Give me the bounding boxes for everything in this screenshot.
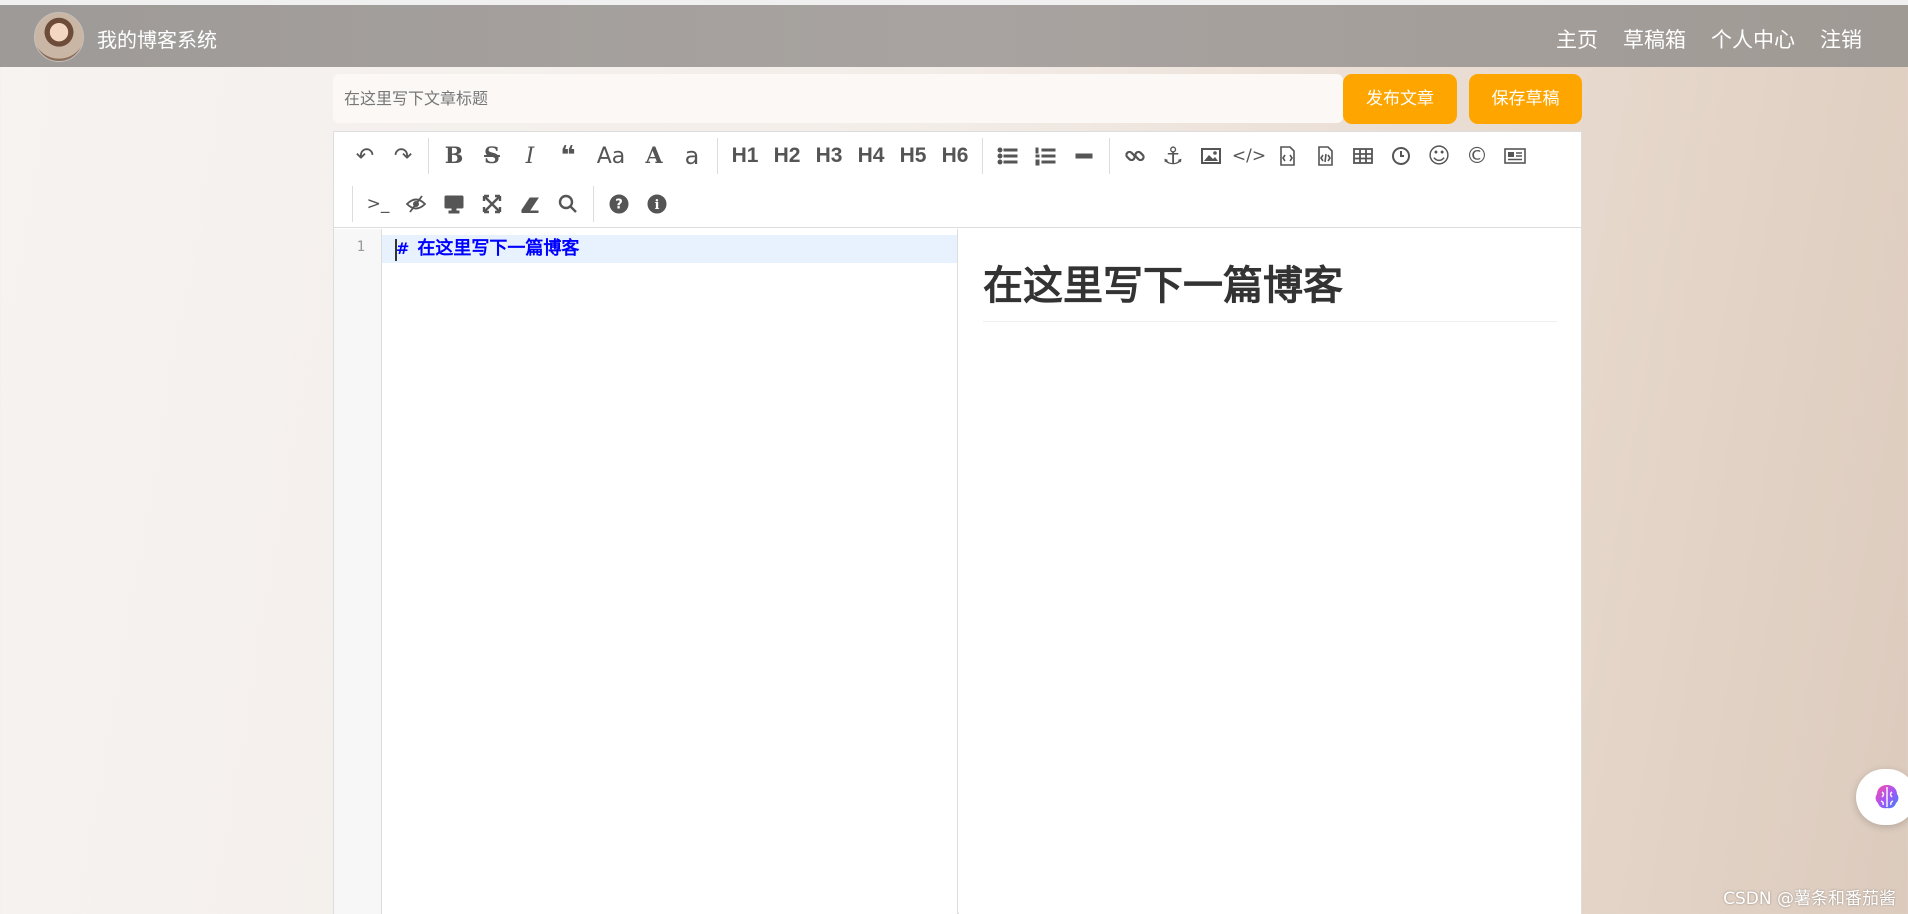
image-icon[interactable]	[1192, 138, 1230, 174]
uppercase-icon[interactable]: Aa	[587, 138, 635, 174]
floating-assistant-button[interactable]	[1856, 769, 1908, 825]
code-icon[interactable]: </>	[1230, 138, 1268, 174]
markdown-source-pane[interactable]: # 在这里写下一篇博客	[382, 229, 958, 914]
editor-toolbar: ↶ ↷ B S I ❝ Aa A a H1 H2 H3 H4 H5 H6 ⚓ <…	[334, 132, 1581, 228]
nav-link-drafts[interactable]: 草稿箱	[1623, 24, 1686, 54]
undo-icon[interactable]: ↶	[346, 138, 384, 174]
h3-icon[interactable]: H3	[808, 138, 850, 174]
preview-heading: 在这里写下一篇博客	[983, 253, 1557, 322]
svg-text:?: ?	[615, 198, 623, 213]
save-draft-button[interactable]: 保存草稿	[1469, 74, 1582, 124]
preformatted-code-icon[interactable]	[1268, 138, 1306, 174]
pagebreak-icon[interactable]	[1496, 138, 1534, 174]
h1-icon[interactable]: H1	[724, 138, 766, 174]
preview-icon[interactable]	[435, 186, 473, 222]
toolbar-divider	[593, 186, 594, 222]
link-icon[interactable]	[1116, 138, 1154, 174]
h6-icon[interactable]: H6	[934, 138, 976, 174]
nav-link-logout[interactable]: 注销	[1820, 24, 1862, 54]
line-number: 1	[356, 239, 365, 255]
quote-icon[interactable]: ❝	[549, 138, 587, 174]
heading-marker: #	[396, 239, 410, 258]
toolbar-divider	[352, 186, 353, 222]
toolbar-divider	[717, 138, 718, 174]
toolbar-row-1: ↶ ↷ B S I ❝ Aa A a H1 H2 H3 H4 H5 H6 ⚓ <…	[334, 132, 1534, 180]
toolbar-divider	[982, 138, 983, 174]
toolbar-row-2: >_ ? i	[334, 180, 676, 228]
table-icon[interactable]	[1344, 138, 1382, 174]
csdn-watermark: CSDN @薯条和番茄酱	[1723, 889, 1896, 909]
navbar: 我的博客系统 主页 草稿箱 个人中心 注销	[0, 5, 1908, 67]
datetime-icon[interactable]	[1382, 138, 1420, 174]
italic-icon[interactable]: I	[511, 138, 549, 174]
h5-icon[interactable]: H5	[892, 138, 934, 174]
code-line-text: 在这里写下一篇博客	[417, 238, 580, 259]
nav-link-home[interactable]: 主页	[1556, 24, 1598, 54]
nav-links: 主页 草稿箱 个人中心 注销	[1556, 24, 1862, 54]
svg-text:i: i	[655, 198, 660, 213]
brand-title: 我的博客系统	[97, 28, 217, 52]
markdown-editor: ↶ ↷ B S I ❝ Aa A a H1 H2 H3 H4 H5 H6 ⚓ <…	[333, 131, 1582, 914]
bold-icon[interactable]: B	[435, 138, 473, 174]
markdown-preview-pane: 在这里写下一篇博客	[959, 229, 1581, 914]
h4-icon[interactable]: H4	[850, 138, 892, 174]
toolbar-divider	[1109, 138, 1110, 174]
info-icon[interactable]: i	[638, 186, 676, 222]
ordered-list-icon[interactable]	[1027, 138, 1065, 174]
emoji-icon[interactable]: ☺	[1420, 138, 1458, 174]
unordered-list-icon[interactable]	[989, 138, 1027, 174]
nav-link-profile[interactable]: 个人中心	[1711, 24, 1795, 54]
redo-icon[interactable]: ↷	[384, 138, 422, 174]
lowercase-icon[interactable]: a	[673, 138, 711, 174]
toolbar-divider	[428, 138, 429, 174]
ucwords-icon[interactable]: A	[635, 138, 673, 174]
clear-icon[interactable]	[511, 186, 549, 222]
watch-toggle-icon[interactable]	[397, 186, 435, 222]
html-entities-icon[interactable]: ©	[1458, 138, 1496, 174]
code-block-icon[interactable]	[1306, 138, 1344, 174]
code-line[interactable]: # 在这里写下一篇博客	[382, 235, 957, 263]
h2-icon[interactable]: H2	[766, 138, 808, 174]
terminal-icon[interactable]: >_	[359, 186, 397, 222]
horizontal-rule-icon[interactable]	[1065, 138, 1103, 174]
avatar[interactable]	[34, 12, 84, 62]
anchor-icon[interactable]: ⚓	[1154, 138, 1192, 174]
article-title-input[interactable]	[333, 74, 1343, 123]
publish-button[interactable]: 发布文章	[1343, 74, 1457, 124]
fullscreen-icon[interactable]	[473, 186, 511, 222]
search-icon[interactable]	[549, 186, 587, 222]
line-number-gutter: 1	[334, 229, 382, 914]
strikethrough-icon[interactable]: S	[473, 138, 511, 174]
help-icon[interactable]: ?	[600, 186, 638, 222]
brain-icon	[1875, 785, 1899, 809]
text-cursor	[395, 239, 397, 261]
